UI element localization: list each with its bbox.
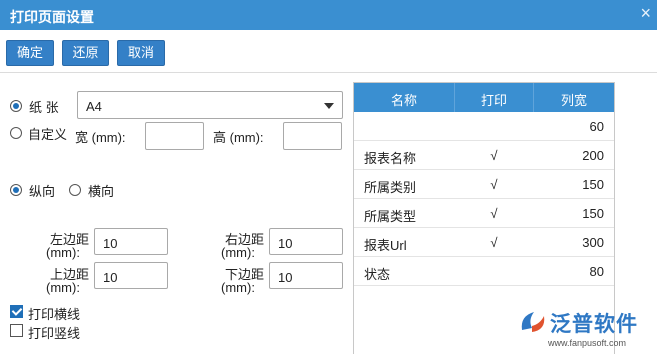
ok-button[interactable]: 确定 <box>6 40 54 66</box>
cell-name: 报表名称 <box>364 151 417 166</box>
chevron-down-icon <box>324 103 334 109</box>
width-input[interactable] <box>145 122 204 150</box>
cell-width: 80 <box>589 264 604 279</box>
paper-label: 纸 张 <box>29 100 59 115</box>
print-vlines-checkbox[interactable] <box>10 324 23 337</box>
dialog-title: 打印页面设置 <box>10 9 94 25</box>
header-width[interactable]: 列宽 <box>534 90 614 109</box>
height-input[interactable] <box>283 122 342 150</box>
cell-print: √ <box>490 148 498 163</box>
table-row[interactable]: 所属类别 √ 150 <box>354 170 614 199</box>
paper-radio[interactable] <box>10 100 22 112</box>
cancel-button[interactable]: 取消 <box>117 40 165 66</box>
cell-width: 300 <box>582 235 604 250</box>
cell-print: √ <box>490 235 498 250</box>
watermark-brand: 泛普软件 <box>550 313 638 336</box>
header-name[interactable]: 名称 <box>354 90 454 109</box>
width-label: 宽 (mm): <box>75 130 126 145</box>
cell-print: √ <box>490 206 498 221</box>
fanpu-logo-icon <box>521 312 545 332</box>
watermark-url: www.fanpusoft.com <box>548 338 627 348</box>
bottom-margin-input[interactable]: 10 <box>269 262 343 289</box>
dialog-titlebar: 打印页面设置 × <box>0 0 657 30</box>
cell-name: 所属类型 <box>364 209 417 224</box>
left-margin-input[interactable]: 10 <box>94 228 168 255</box>
cell-name: 状态 <box>364 267 391 282</box>
left-margin-value: 10 <box>103 236 118 251</box>
cell-width: 150 <box>582 177 604 192</box>
landscape-radio[interactable] <box>69 184 81 196</box>
table-row[interactable]: 报表Url √ 300 <box>354 228 614 257</box>
header-print[interactable]: 打印 <box>455 90 533 109</box>
left-margin-unit: (mm): <box>46 245 80 260</box>
table-row[interactable]: 60 <box>354 112 614 141</box>
grid-header: 名称 打印 列宽 <box>354 83 614 112</box>
top-margin-unit: (mm): <box>46 280 80 295</box>
right-margin-unit: (mm): <box>221 245 255 260</box>
custom-size-label: 自定义 <box>28 127 68 142</box>
print-hlines-label: 打印横线 <box>28 307 81 322</box>
bottom-margin-value: 10 <box>278 270 293 285</box>
table-row[interactable]: 状态 80 <box>354 257 614 286</box>
paper-select[interactable]: A4 <box>77 91 343 119</box>
toolbar: 确定 还原 取消 <box>0 30 657 73</box>
table-row[interactable]: 所属类型 √ 150 <box>354 199 614 228</box>
cell-print: √ <box>490 177 498 192</box>
portrait-label: 纵向 <box>29 184 56 199</box>
bottom-margin-unit: (mm): <box>221 280 255 295</box>
print-vlines-label: 打印竖线 <box>28 326 81 341</box>
top-margin-input[interactable]: 10 <box>94 262 168 289</box>
top-margin-value: 10 <box>103 270 118 285</box>
landscape-label: 横向 <box>88 184 115 199</box>
right-margin-input[interactable]: 10 <box>269 228 343 255</box>
cell-width: 150 <box>582 206 604 221</box>
paper-select-value: A4 <box>86 99 102 114</box>
restore-button[interactable]: 还原 <box>62 40 109 66</box>
cell-width: 200 <box>582 148 604 163</box>
custom-size-radio[interactable] <box>10 127 22 139</box>
table-row[interactable]: 报表名称 √ 200 <box>354 141 614 170</box>
height-label: 高 (mm): <box>213 130 264 145</box>
right-margin-value: 10 <box>278 236 293 251</box>
cell-name: 报表Url <box>364 238 407 253</box>
fanpu-watermark: 泛普软件 www.fanpusoft.com <box>518 304 653 352</box>
print-hlines-checkbox[interactable] <box>10 305 23 318</box>
cell-width: 60 <box>589 119 604 134</box>
close-icon[interactable]: × <box>640 3 651 24</box>
portrait-radio[interactable] <box>10 184 22 196</box>
cell-name: 所属类别 <box>364 180 417 195</box>
